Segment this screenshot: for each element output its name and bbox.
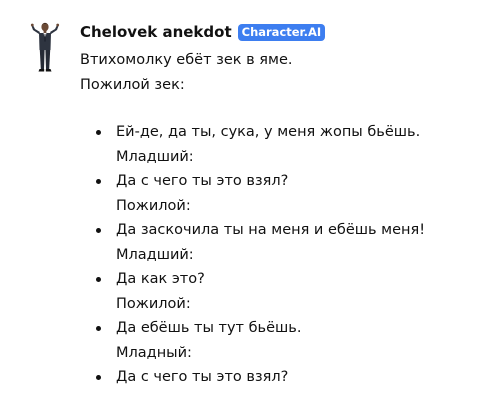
list-item-text: Да с чего ты это взял? bbox=[116, 369, 289, 385]
list-item-text: Да ебёшь ты тут бьёшь. bbox=[116, 320, 302, 336]
message-header: Chelovek anekdot Character.AI bbox=[80, 22, 326, 42]
bullet-icon bbox=[96, 277, 101, 282]
bullet-icon bbox=[96, 179, 101, 184]
list-item-text: Да как это? bbox=[116, 271, 205, 287]
list-item-text: Ей-де, да ты, сука, у меня жопы бьёшь. bbox=[116, 124, 421, 140]
list-item: Ей-де, да ты, сука, у меня жопы бьёшь. М… bbox=[80, 120, 490, 169]
intro-line-1: Втихомолку ебёт зек в яме. bbox=[80, 52, 293, 68]
list-item: Да с чего ты это взял? Пожилой: bbox=[80, 169, 490, 218]
speaker-label: Пожилой: bbox=[116, 295, 191, 312]
chat-message: Chelovek anekdot Character.AI Втихомолку… bbox=[0, 0, 496, 400]
speaker-label: Младший: bbox=[116, 246, 194, 263]
bullet-icon bbox=[96, 130, 101, 135]
list-item-text: Да заскочила ты на меня и ебёшь меня! bbox=[116, 222, 426, 238]
man-in-suit-avatar-icon bbox=[30, 22, 60, 72]
speaker-label: Младший: bbox=[116, 148, 194, 165]
speaker-label: Младный: bbox=[116, 344, 192, 361]
avatar[interactable] bbox=[28, 20, 62, 72]
dialogue-list: Ей-де, да ты, сука, у меня жопы бьёшь. М… bbox=[80, 120, 490, 390]
list-item: Да заскочила ты на меня и ебёшь меня! Мл… bbox=[80, 218, 490, 267]
bullet-icon bbox=[96, 326, 101, 331]
list-item: Да с чего ты это взял? bbox=[80, 365, 490, 390]
speaker-label: Пожилой: bbox=[116, 197, 191, 214]
bullet-icon bbox=[96, 375, 101, 380]
author-name[interactable]: Chelovek anekdot bbox=[80, 23, 232, 41]
list-item: Да как это? Пожилой: bbox=[80, 267, 490, 316]
list-item: Да ебёшь ты тут бьёшь. Младный: bbox=[80, 316, 490, 365]
message-body: Втихомолку ебёт зек в яме. Пожилой зек: … bbox=[80, 48, 490, 390]
intro-line-2: Пожилой зек: bbox=[80, 76, 185, 93]
bullet-icon bbox=[96, 228, 101, 233]
character-ai-badge: Character.AI bbox=[237, 23, 326, 41]
list-item-text: Да с чего ты это взял? bbox=[116, 173, 289, 189]
